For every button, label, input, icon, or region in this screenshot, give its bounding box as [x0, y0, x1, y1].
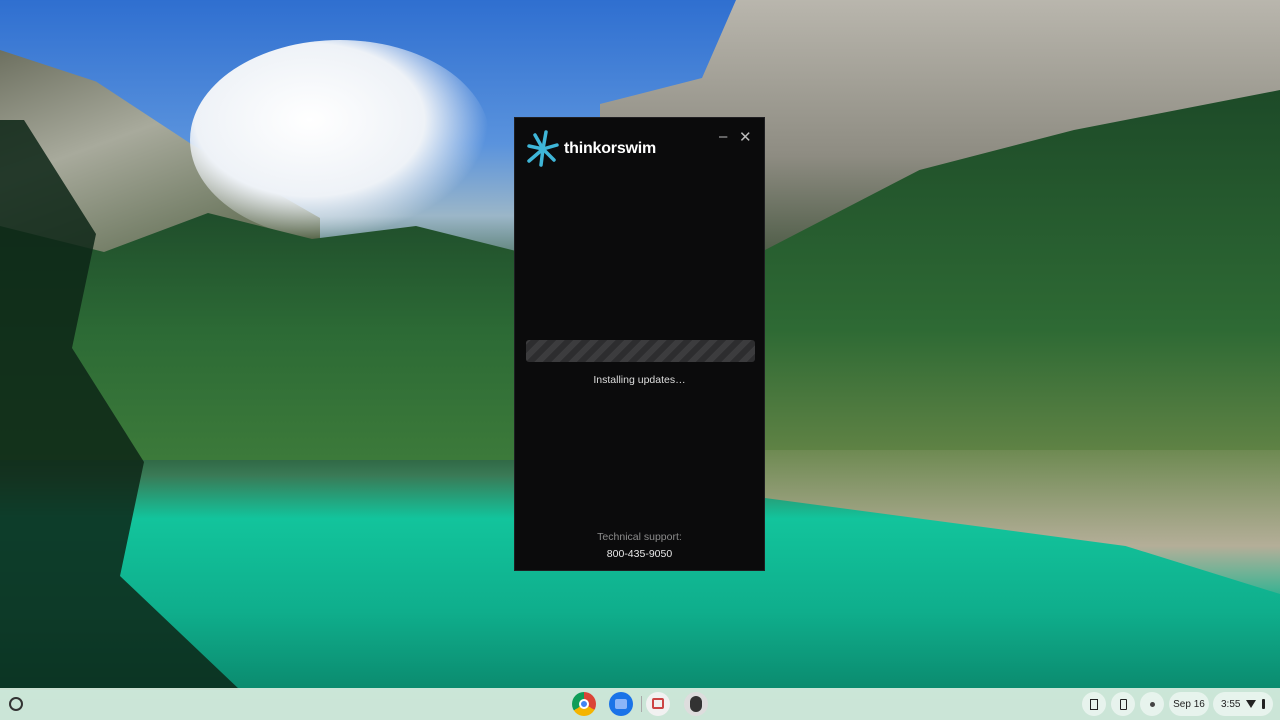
status-text: Installing updates…: [593, 374, 686, 386]
support-label: Technical support:: [597, 531, 682, 543]
launcher-button[interactable]: [9, 697, 23, 711]
app-logo: thinkorswim: [526, 130, 656, 168]
notes-button[interactable]: [1082, 692, 1106, 716]
support-phone: 800-435-9050: [606, 548, 673, 560]
shelf-divider: [641, 696, 642, 712]
battery-icon: [1262, 699, 1265, 709]
close-button[interactable]: ✕: [739, 128, 752, 146]
app-name: thinkorswim: [564, 140, 657, 157]
wifi-icon: [1246, 700, 1257, 708]
time-text: 3:55: [1221, 698, 1241, 710]
chrome-icon[interactable]: [572, 692, 596, 716]
dot-icon: [1149, 701, 1155, 707]
phone-hub-button[interactable]: [1111, 692, 1135, 716]
document-icon: [1090, 698, 1098, 710]
shore-right: [765, 450, 1280, 594]
shelf: Sep 16 3:55: [0, 688, 1280, 720]
cloud: [190, 40, 490, 240]
penguin-icon[interactable]: [684, 692, 708, 716]
status-area-button[interactable]: 3:55: [1213, 692, 1273, 716]
files-icon[interactable]: [609, 692, 633, 716]
thinkorswim-installer-window: thinkorswim – ✕ Installing updates… Tech…: [514, 117, 765, 571]
date-text: Sep 16: [1173, 698, 1205, 710]
holding-space-button[interactable]: [1140, 692, 1164, 716]
minimize-button[interactable]: –: [719, 128, 727, 145]
date-button[interactable]: Sep 16: [1169, 692, 1209, 716]
app-icon[interactable]: [646, 692, 670, 716]
phone-icon: [1119, 698, 1127, 710]
progress-bar: [526, 340, 755, 362]
thinkorswim-logo-icon: [527, 130, 559, 167]
